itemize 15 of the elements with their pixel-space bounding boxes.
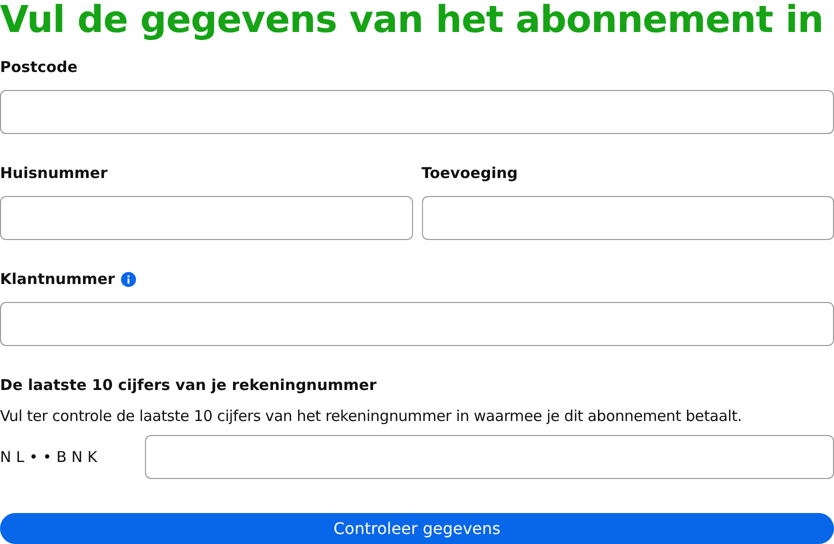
account-prefix: N L • • B N K <box>0 448 98 466</box>
description-text: Vul ter controle de laatste 10 cijfers van het rekeningnummer in waarmee je dit abonnement betaalt. <box>0 407 743 425</box>
check-button[interactable]: Controleer gegevens <box>0 513 834 544</box>
field-label: Huisnummer <box>0 164 108 182</box>
input-field[interactable] <box>0 302 834 346</box>
input-field[interactable] <box>0 90 834 134</box>
field-label: Toevoeging <box>422 164 518 182</box>
section-title: De laatste 10 cijfers van je rekeningnummer <box>0 376 378 394</box>
input-field[interactable] <box>144 435 834 479</box>
page-heading: Vul de gegevens van het abonnement in <box>0 0 824 40</box>
input-field[interactable] <box>0 196 412 240</box>
input-field[interactable] <box>422 196 834 240</box>
info-icon[interactable] <box>120 272 136 286</box>
field-label: Klantnummer <box>0 270 115 288</box>
field-label: Postcode <box>0 58 78 76</box>
